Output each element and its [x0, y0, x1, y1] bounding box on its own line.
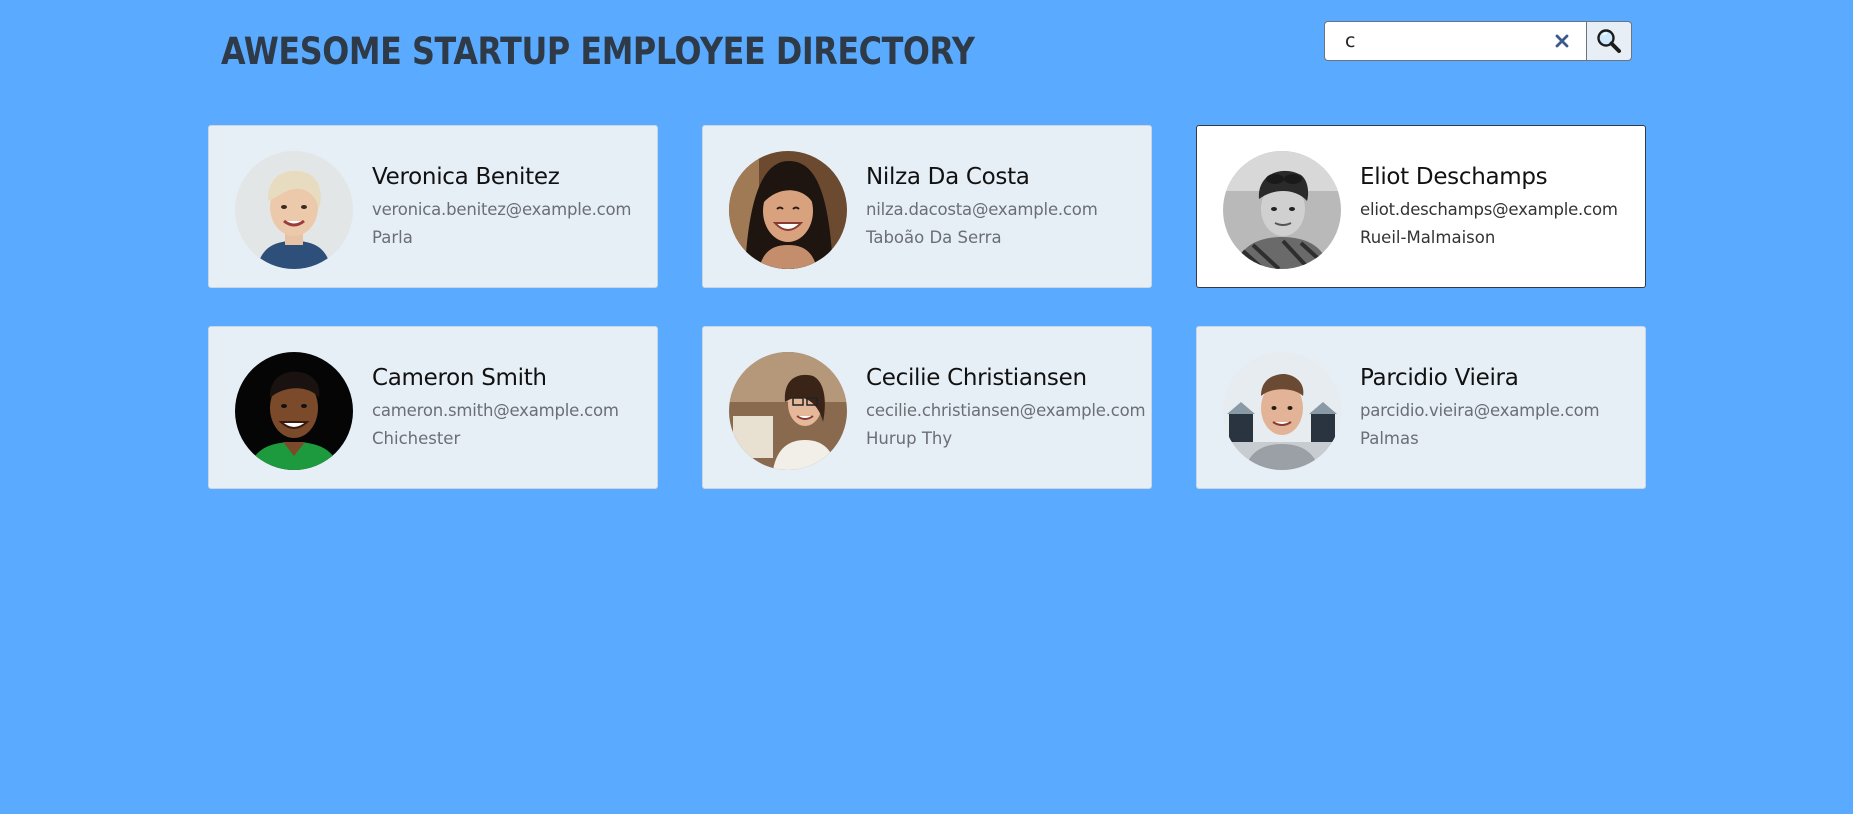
- employee-card[interactable]: Veronica Benitez veronica.benitez@exampl…: [208, 125, 658, 288]
- employee-name: Eliot Deschamps: [1360, 164, 1548, 190]
- employee-city: Hurup Thy: [866, 429, 953, 448]
- avatar: [729, 352, 847, 470]
- magnifier-icon: [1597, 29, 1621, 53]
- avatar: [1223, 151, 1341, 269]
- clear-search-button[interactable]: [1546, 25, 1578, 57]
- employee-email: parcidio.vieira@example.com: [1360, 401, 1600, 420]
- employee-email: cameron.smith@example.com: [372, 401, 619, 420]
- avatar: [1223, 352, 1341, 470]
- employee-email: cecilie.christiansen@example.com: [866, 401, 1146, 420]
- avatar: [235, 352, 353, 470]
- employee-card[interactable]: Nilza Da Costa nilza.dacosta@example.com…: [702, 125, 1152, 288]
- search-button[interactable]: [1586, 21, 1632, 61]
- page-title: AWESOME STARTUP EMPLOYEE DIRECTORY: [221, 30, 975, 73]
- employee-name: Parcidio Vieira: [1360, 365, 1519, 391]
- avatar: [729, 151, 847, 269]
- employee-card[interactable]: Eliot Deschamps eliot.deschamps@example.…: [1196, 125, 1646, 288]
- employee-card[interactable]: Cecilie Christiansen cecilie.christianse…: [702, 326, 1152, 489]
- employee-city: Taboão Da Serra: [866, 228, 1002, 247]
- employee-email: veronica.benitez@example.com: [372, 200, 632, 219]
- employee-name: Nilza Da Costa: [866, 164, 1030, 190]
- employee-city: Chichester: [372, 429, 461, 448]
- employee-email: eliot.deschamps@example.com: [1360, 200, 1618, 219]
- employee-email: nilza.dacosta@example.com: [866, 200, 1098, 219]
- avatar: [235, 151, 353, 269]
- employee-card[interactable]: Parcidio Vieira parcidio.vieira@example.…: [1196, 326, 1646, 489]
- employee-city: Parla: [372, 228, 413, 247]
- employee-name: Cecilie Christiansen: [866, 365, 1087, 391]
- search-form: [1324, 21, 1632, 63]
- employee-card[interactable]: Cameron Smith cameron.smith@example.com …: [208, 326, 658, 489]
- employee-name: Cameron Smith: [372, 365, 547, 391]
- close-icon: [1555, 34, 1569, 48]
- employee-city: Rueil-Malmaison: [1360, 228, 1496, 247]
- employee-city: Palmas: [1360, 429, 1419, 448]
- employee-name: Veronica Benitez: [372, 164, 560, 190]
- page-header: AWESOME STARTUP EMPLOYEE DIRECTORY: [0, 0, 1853, 110]
